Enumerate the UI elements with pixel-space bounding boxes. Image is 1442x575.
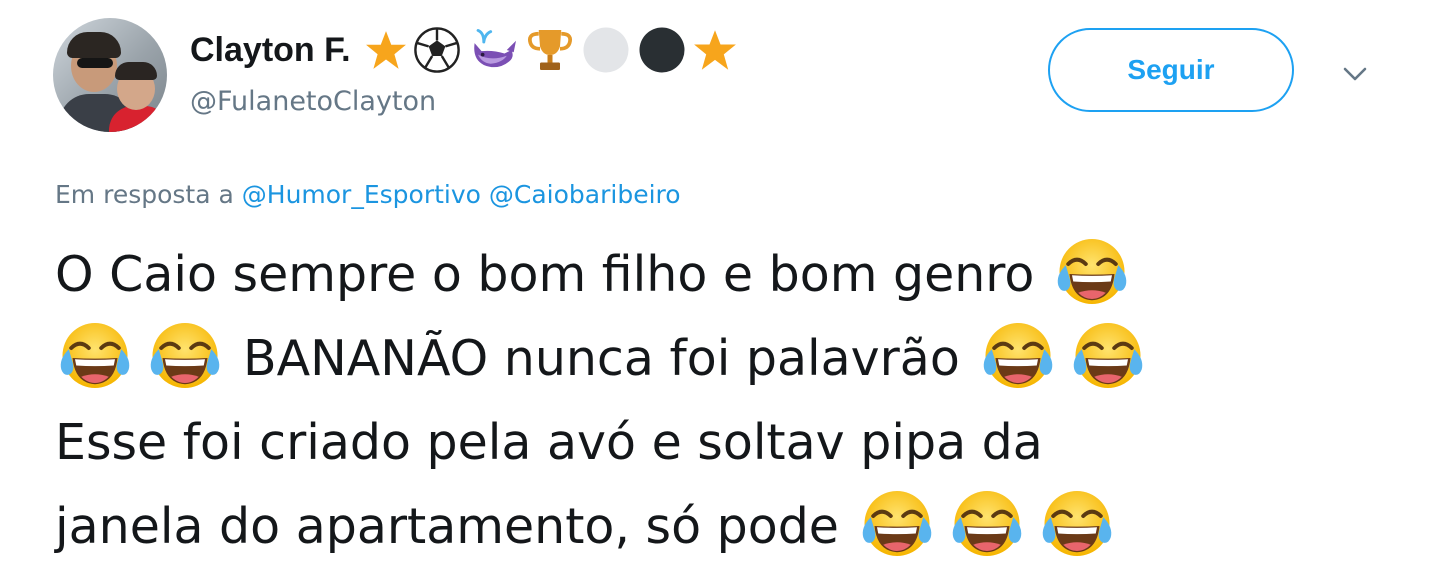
- tweet-line: janela do apartamento, só pode: [55, 484, 1415, 568]
- avatar-figure-hair: [67, 32, 121, 58]
- avatar[interactable]: [53, 18, 167, 132]
- face-with-tears-of-joy-icon: [55, 318, 135, 398]
- tweet-line-text: Esse foi criado pela avó e soltav pipa d…: [55, 413, 1043, 471]
- avatar-child-hair: [115, 62, 157, 80]
- author-display-name[interactable]: Clayton F.: [190, 31, 351, 70]
- face-with-tears-of-joy-icon: [1037, 486, 1117, 566]
- author-name-row: Clayton F.: [190, 22, 737, 78]
- white-circle-icon: [581, 25, 631, 75]
- star-icon: [365, 29, 407, 71]
- avatar-sunglasses: [77, 58, 113, 68]
- face-with-tears-of-joy-icon: [978, 318, 1058, 398]
- tweet-line: O Caio sempre o bom filho e bom genro: [55, 232, 1415, 316]
- tweet-line-text: O Caio sempre o bom filho e bom genro: [55, 245, 1035, 303]
- whale-icon: [467, 27, 519, 73]
- chevron-down-icon[interactable]: [1340, 62, 1370, 86]
- name-emoji-list: [365, 25, 737, 75]
- soccer-ball-icon: [413, 26, 461, 74]
- face-with-tears-of-joy-icon: [947, 486, 1027, 566]
- reply-context: Em resposta a @Humor_Esportivo @Caiobari…: [55, 180, 681, 209]
- tweet-line-text: janela do apartamento, só pode: [55, 497, 839, 555]
- tweet-text: O Caio sempre o bom filho e bom genro BA…: [55, 232, 1415, 568]
- mention-link[interactable]: @Humor_Esportivo: [242, 180, 481, 209]
- face-with-tears-of-joy-icon: [145, 318, 225, 398]
- author-handle[interactable]: @FulanetoClayton: [190, 86, 436, 117]
- face-with-tears-of-joy-icon: [1068, 318, 1148, 398]
- tweet-line: BANANÃO nunca foi palavrão: [55, 316, 1415, 400]
- black-circle-icon: [637, 25, 687, 75]
- reply-context-prefix: Em resposta a: [55, 180, 234, 209]
- tweet-line-text: BANANÃO nunca foi palavrão: [243, 329, 960, 387]
- star-icon: [693, 28, 737, 72]
- trophy-icon: [525, 25, 575, 75]
- tweet-card: Clayton F. @FulanetoClayton Seguir Em re…: [0, 0, 1442, 575]
- tweet-line: Esse foi criado pela avó e soltav pipa d…: [55, 400, 1415, 484]
- mention-link[interactable]: @Caiobaribeiro: [489, 180, 681, 209]
- face-with-tears-of-joy-icon: [1052, 234, 1132, 314]
- follow-button[interactable]: Seguir: [1048, 28, 1294, 112]
- face-with-tears-of-joy-icon: [857, 486, 937, 566]
- avatar-child-body: [109, 106, 167, 132]
